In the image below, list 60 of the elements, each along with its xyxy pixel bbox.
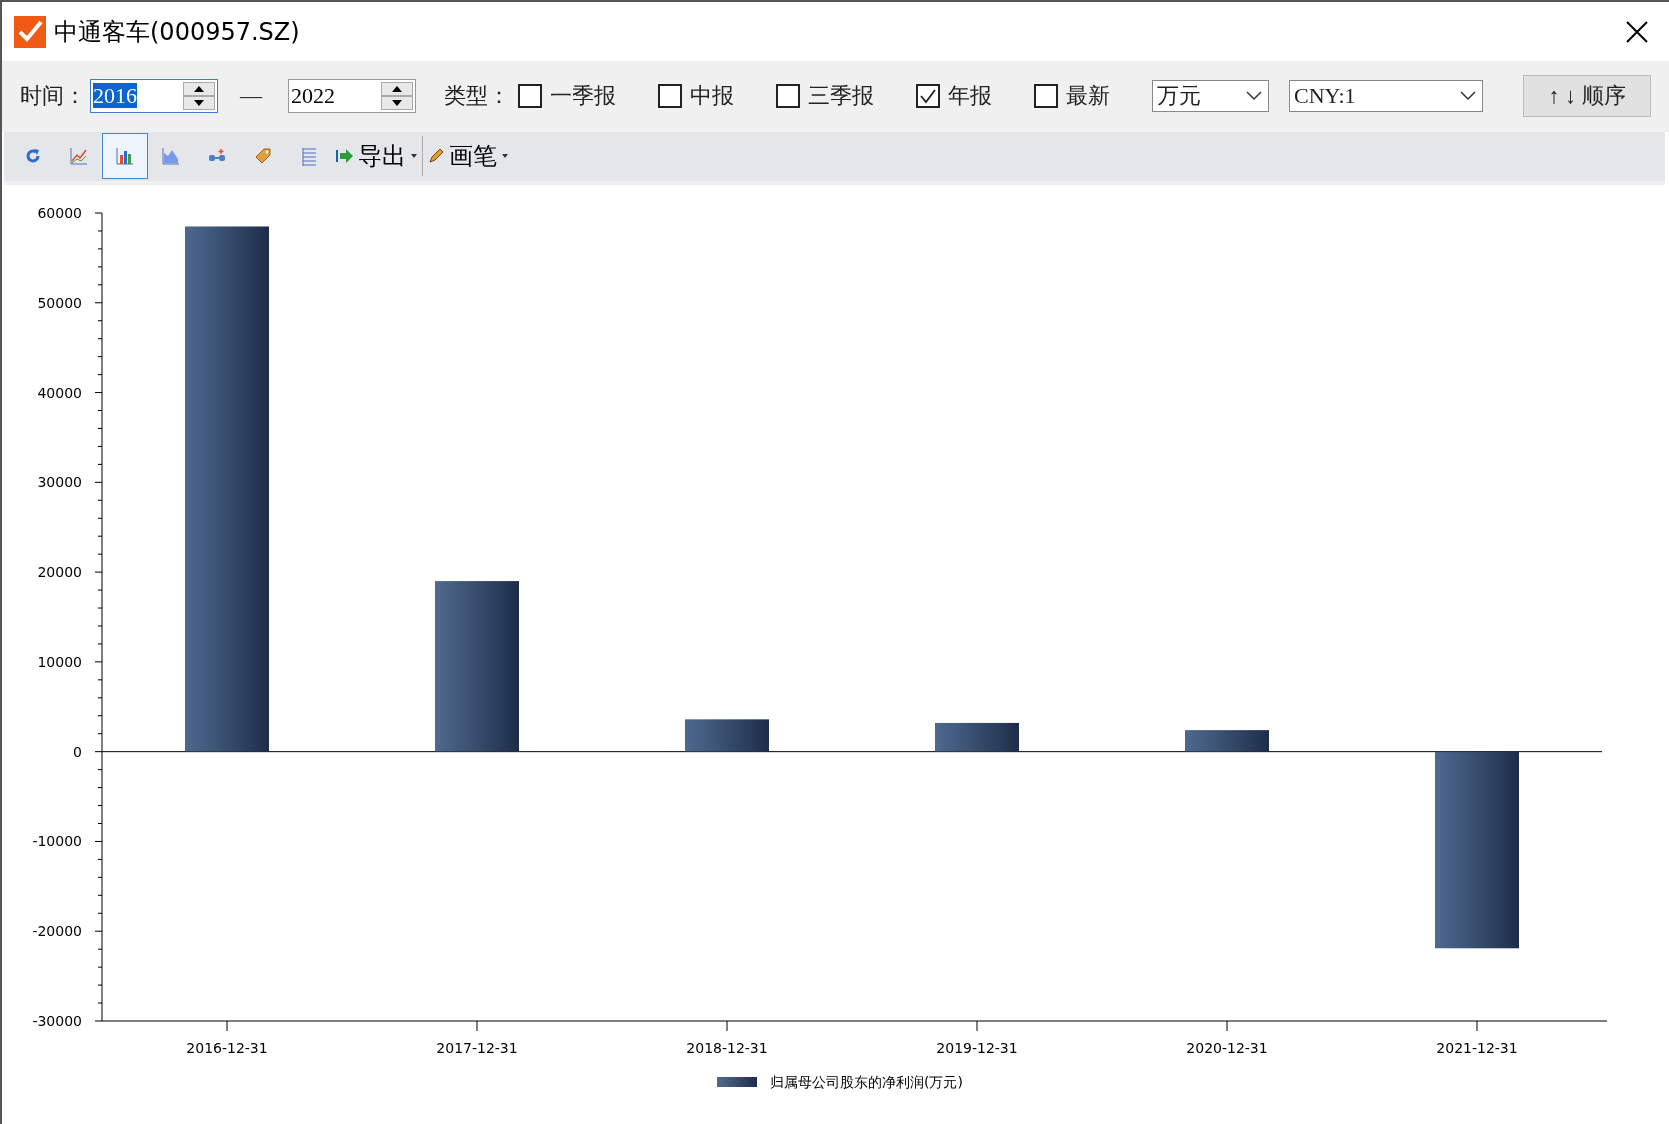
legend-label: 归属母公司股东的净利润(万元): [770, 1074, 963, 1090]
time-label: 时间：: [20, 82, 86, 111]
checkbox-box[interactable]: [776, 84, 800, 109]
y-tick-label: 30000: [37, 474, 82, 491]
checkbox-box[interactable]: [658, 84, 682, 109]
pencil-icon: [427, 147, 445, 166]
y-tick-label: -20000: [32, 923, 82, 940]
x-tick-label: 2019-12-31: [936, 1040, 1018, 1056]
x-tick-label: 2018-12-31: [686, 1040, 768, 1056]
caret-icon: [501, 153, 509, 159]
up-triangle-icon: [392, 86, 402, 93]
x-tick-label: 2020-12-31: [1186, 1040, 1268, 1056]
year-spin-field[interactable]: 2016: [90, 79, 218, 114]
down-triangle-icon: [194, 100, 204, 107]
y-tick-label: 20000: [37, 564, 82, 581]
range-separator: —: [240, 83, 262, 110]
caret-icon: [410, 153, 418, 159]
y-tick-label: 40000: [37, 384, 82, 401]
y-tick-label: 50000: [37, 294, 82, 311]
year-spin-field[interactable]: 2022: [288, 79, 416, 114]
checkmark-logo-icon: [14, 15, 46, 48]
close-icon: [1626, 20, 1648, 43]
y-tick-label: 60000: [37, 205, 82, 221]
y-tick-label: 10000: [37, 653, 82, 670]
y-tick-label: -30000: [32, 1013, 82, 1029]
spin-up-button[interactable]: [381, 82, 413, 97]
chevron-down-icon: [1246, 91, 1262, 102]
checkbox-box[interactable]: [518, 84, 542, 109]
x-tick-label: 2017-12-31: [436, 1040, 518, 1056]
export-arrow-icon: [336, 148, 354, 165]
window-title: 中通客车(000957.SZ): [54, 16, 301, 48]
unit-dropdown[interactable]: 万元: [1152, 80, 1269, 113]
spin-up-button[interactable]: [183, 82, 215, 97]
report-type-checkbox[interactable]: 年报: [916, 81, 992, 112]
check-icon: [919, 88, 937, 105]
report-type-checkbox[interactable]: 三季报: [776, 81, 874, 112]
spin-down-button[interactable]: [381, 96, 413, 111]
chart-tool-button[interactable]: [102, 133, 148, 180]
report-type-checkbox[interactable]: 中报: [658, 81, 734, 112]
spin-down-button[interactable]: [183, 96, 215, 111]
y-tick-label: -10000: [32, 833, 82, 850]
up-triangle-icon: [194, 86, 204, 93]
checkbox-box[interactable]: [1034, 84, 1058, 109]
down-triangle-icon: [392, 100, 402, 107]
export-menu[interactable]: 导出: [332, 136, 422, 177]
sort-order-button[interactable]: ↑ ↓ 顺序: [1523, 75, 1651, 118]
checkbox-box[interactable]: [916, 84, 940, 109]
currency-dropdown[interactable]: CNY:1: [1289, 80, 1483, 113]
legend-swatch: [717, 1077, 757, 1087]
report-type-checkbox[interactable]: 一季报: [518, 81, 616, 112]
chevron-down-icon: [1460, 91, 1476, 102]
area-chart-icon: [160, 145, 182, 168]
report-type-checkbox[interactable]: 最新: [1034, 81, 1110, 112]
x-tick-label: 2021-12-31: [1436, 1040, 1518, 1056]
x-tick-label: 2016-12-31: [186, 1040, 268, 1056]
pen-menu[interactable]: 画笔: [423, 136, 513, 177]
line-chart-icon: [68, 145, 90, 168]
type-label: 类型：: [444, 82, 510, 111]
bar-chart-icon: [114, 145, 136, 168]
y-tick-label: 0: [73, 743, 82, 760]
